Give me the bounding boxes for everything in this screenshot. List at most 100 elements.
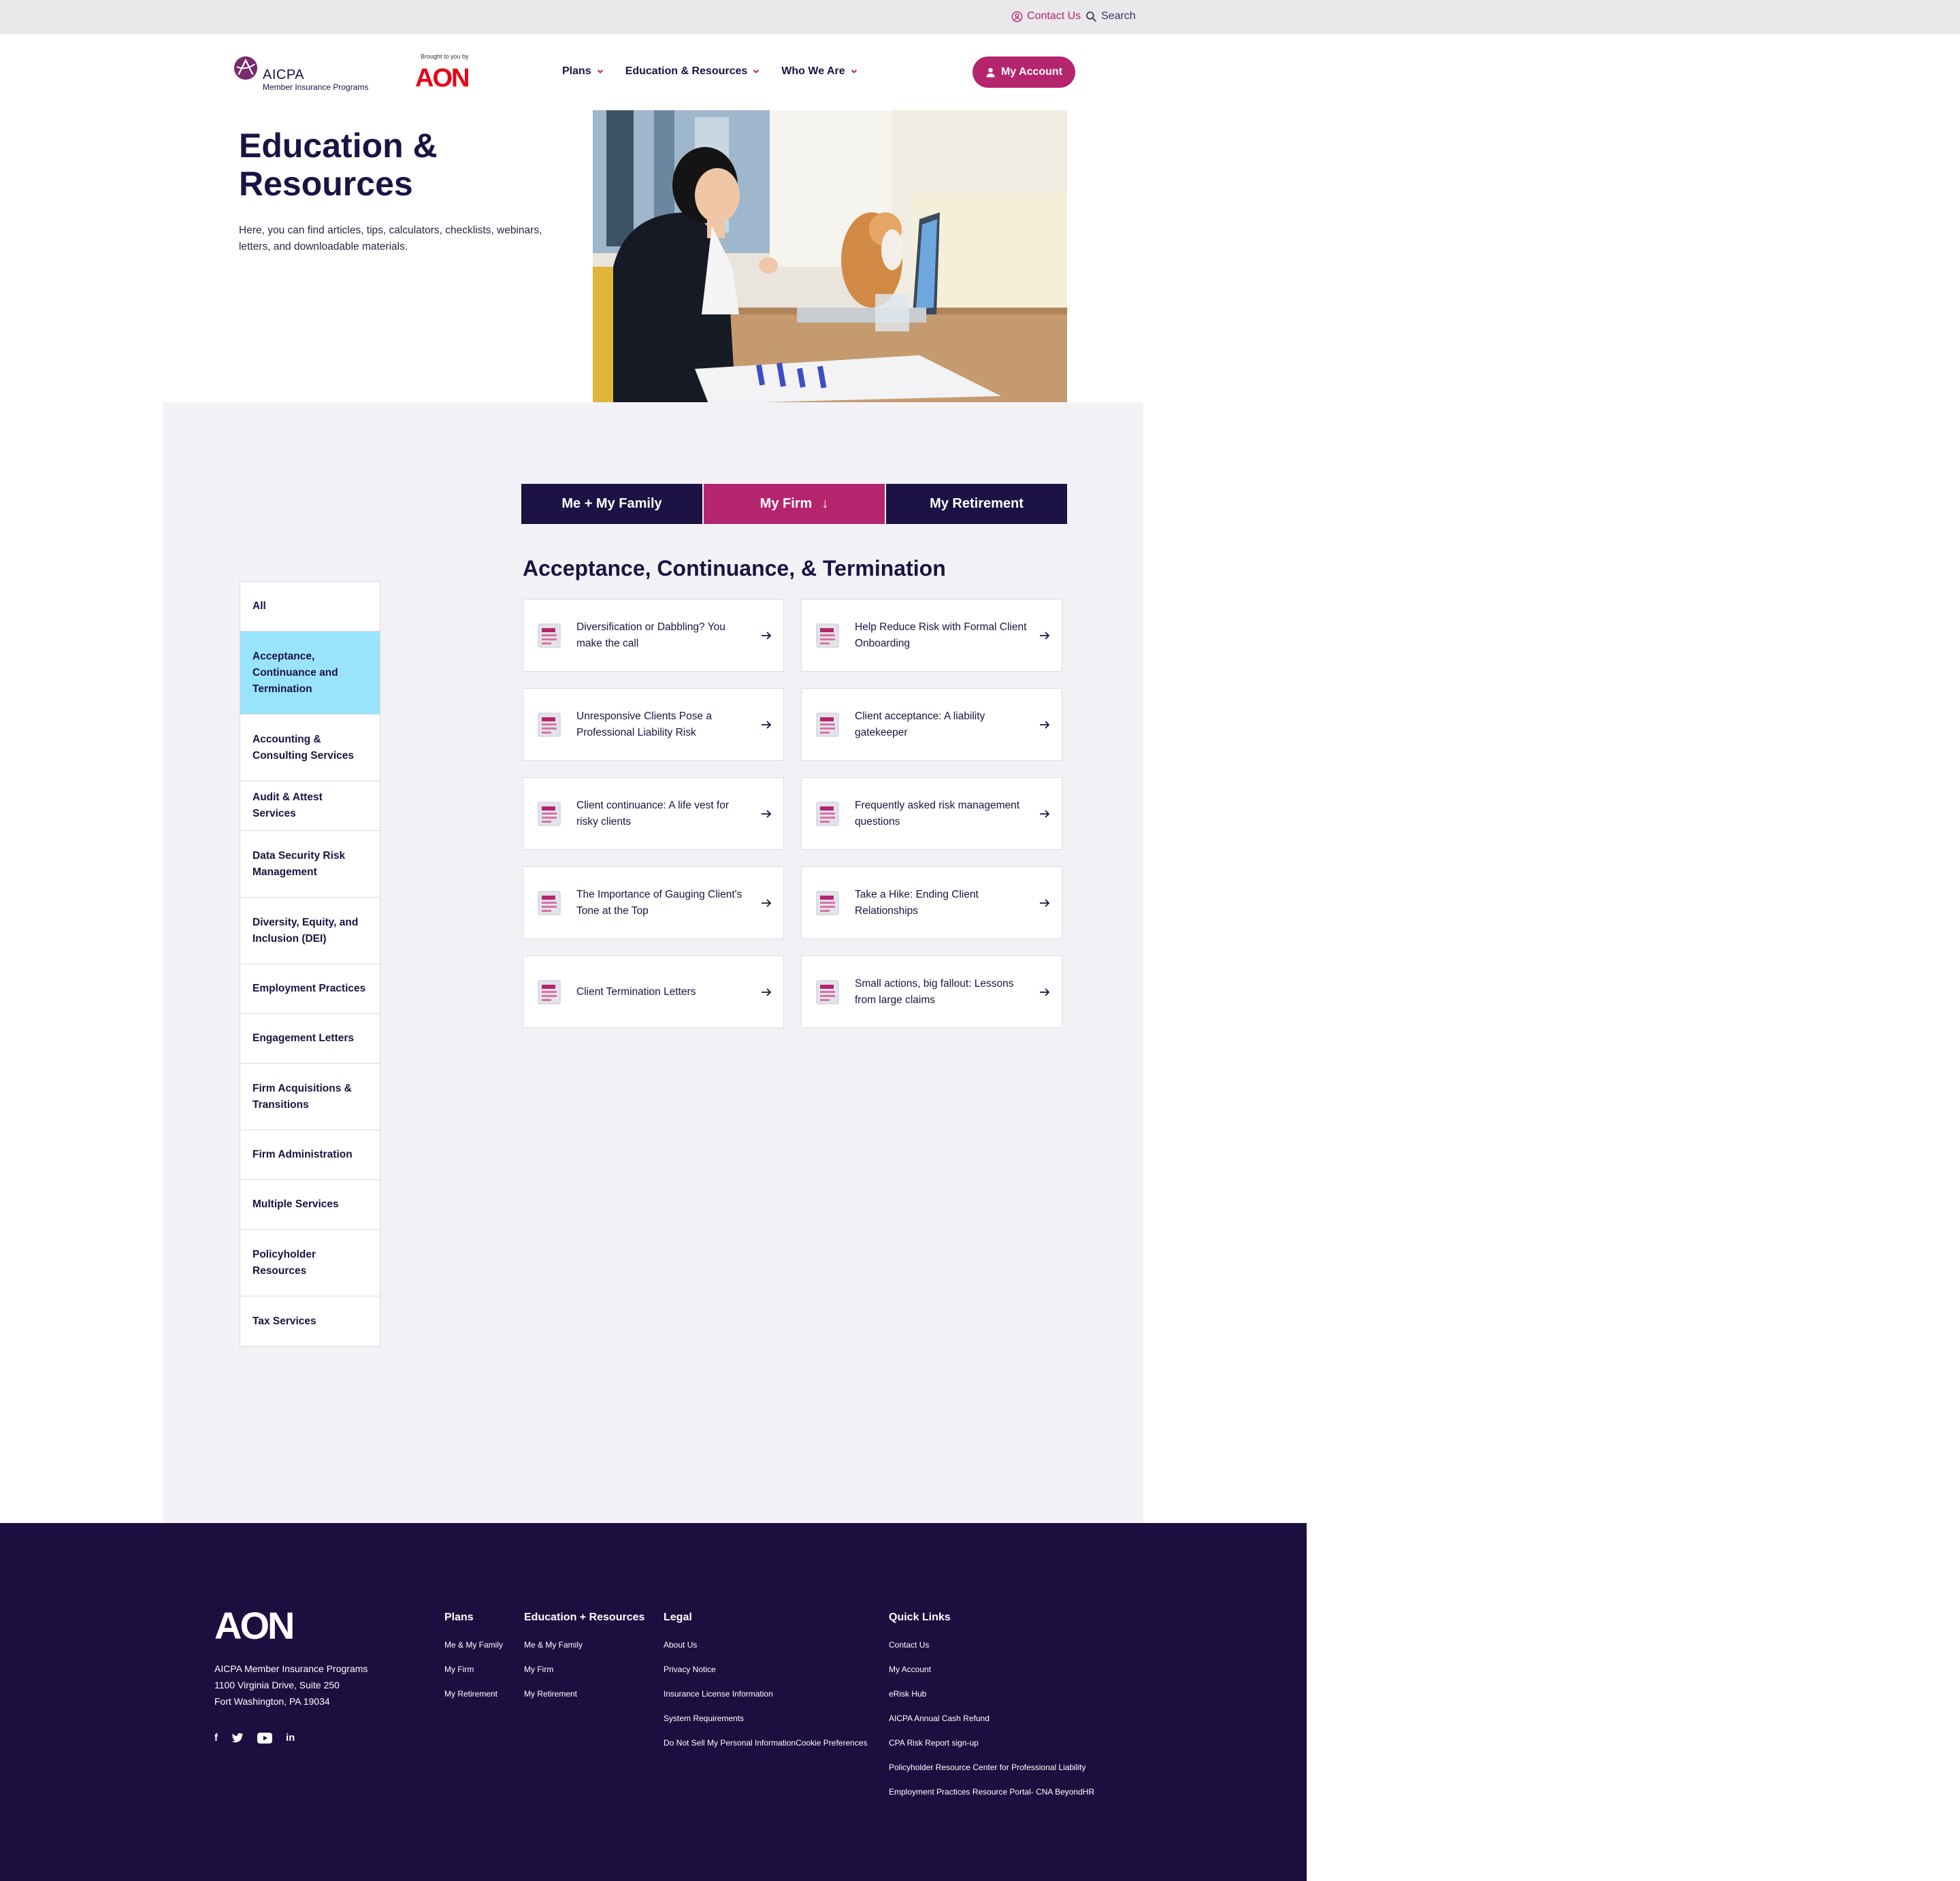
footer-link-policyholder-resource-center-for-professional-liability[interactable]: Policyholder Resource Center for Profess… <box>889 1763 1094 1773</box>
footer-link-insurance-license-information[interactable]: Insurance License Information <box>664 1689 867 1699</box>
footer-column-title: Education + Resources <box>524 1612 645 1623</box>
aicpa-logo[interactable]: AICPA Member Insurance Programs <box>233 55 376 93</box>
sidebar-item-engagement-letters[interactable]: Engagement Letters <box>240 1014 380 1064</box>
resource-card[interactable]: Client acceptance: A liability gatekeepe… <box>801 688 1062 761</box>
footer-link-aicpa-annual-cash-refund[interactable]: AICPA Annual Cash Refund <box>889 1714 1094 1724</box>
section-heading: Acceptance, Continuance, & Termination <box>523 556 946 580</box>
footer-link-erisk-hub[interactable]: eRisk Hub <box>889 1689 1094 1699</box>
resource-card[interactable]: Diversification or Dabbling? You make th… <box>523 599 784 672</box>
footer-link-cpa-risk-report-sign-up[interactable]: CPA Risk Report sign-up <box>889 1738 1094 1748</box>
sidebar-item-multiple-services[interactable]: Multiple Services <box>240 1180 380 1230</box>
sidebar-item-data-security-risk-management[interactable]: Data Security Risk Management <box>240 831 380 898</box>
sidebar-item-diversity-equity-and-inclusion-dei[interactable]: Diversity, Equity, and Inclusion (DEI) <box>240 898 380 964</box>
footer-link-privacy-notice[interactable]: Privacy Notice <box>664 1665 867 1675</box>
document-icon <box>815 712 840 738</box>
tab-my-firm[interactable]: My Firm ↓ <box>704 484 885 524</box>
footer-link-my-firm[interactable]: My Firm <box>444 1665 503 1675</box>
arrow-right-icon <box>1039 808 1051 820</box>
footer-column-title: Legal <box>664 1612 692 1623</box>
youtube-icon[interactable] <box>257 1732 272 1744</box>
sidebar-item-all[interactable]: All <box>240 582 380 632</box>
aon-wordmark: AON <box>415 64 470 93</box>
site-footer: AON AICPA Member Insurance Programs 1100… <box>0 1523 1307 1881</box>
sidebar-item-policyholder-resources[interactable]: Policyholder Resources <box>240 1230 380 1296</box>
chevron-down-icon <box>753 69 760 73</box>
footer-link-my-firm[interactable]: My Firm <box>524 1665 644 1675</box>
resource-card[interactable]: Take a Hike: Ending Client Relationships <box>801 866 1062 939</box>
resource-card[interactable]: Help Reduce Risk with Formal Client Onbo… <box>801 599 1062 672</box>
footer-link-me-my-family[interactable]: Me & My Family <box>524 1640 644 1650</box>
footer-link-my-retirement[interactable]: My Retirement <box>524 1689 644 1699</box>
aicpa-wordmark: AICPA <box>263 67 305 82</box>
footer-link-do-not-sell-my-personal-informationcookie-preferences[interactable]: Do Not Sell My Personal InformationCooki… <box>664 1738 867 1748</box>
resource-card[interactable]: Client continuance: A life vest for risk… <box>523 777 784 850</box>
sidebar-item-label: Firm Administration <box>252 1149 353 1160</box>
category-sidebar: All Acceptance, Continuance and Terminati… <box>240 581 380 1347</box>
arrow-right-icon <box>760 986 772 998</box>
my-account-label: My Account <box>1000 66 1063 78</box>
sidebar-item-label: Policyholder Resources <box>252 1248 316 1277</box>
resource-card-title: The Importance of Gauging Client's Tone … <box>576 888 742 917</box>
page-description: Here, you can find articles, tips, calcu… <box>239 225 542 252</box>
resource-card-title: Take a Hike: Ending Client Relationships <box>855 888 979 917</box>
resource-card-title: Small actions, big fallout: Lessons from… <box>855 977 1014 1006</box>
document-icon <box>537 890 561 916</box>
footer-social-links: f in <box>214 1732 295 1744</box>
resource-card-title: Unresponsive Clients Pose a Professional… <box>576 710 713 738</box>
resource-card[interactable]: Unresponsive Clients Pose a Professional… <box>523 688 784 761</box>
sidebar-item-accounting-consulting-services[interactable]: Accounting & Consulting Services <box>240 715 380 781</box>
nav-plans-label: Plans <box>562 65 591 77</box>
nav-education-label: Education & Resources <box>625 65 748 77</box>
my-account-button[interactable]: My Account <box>973 56 1075 88</box>
tab-me-my-family[interactable]: Me + My Family <box>521 484 702 524</box>
footer-link-my-account[interactable]: My Account <box>889 1665 1094 1675</box>
resource-card-title: Client acceptance: A liability gatekeepe… <box>855 710 985 738</box>
resource-card[interactable]: Client Termination Letters <box>523 955 784 1028</box>
sidebar-item-label: Acceptance, Continuance and Termination <box>252 650 338 695</box>
sidebar-item-label: Data Security Risk Management <box>252 849 346 878</box>
document-icon <box>537 979 561 1005</box>
footer-column-title: Quick Links <box>889 1612 951 1623</box>
footer-link-me-my-family[interactable]: Me & My Family <box>444 1640 503 1650</box>
document-icon <box>537 623 561 649</box>
footer-link-contact-us[interactable]: Contact Us <box>889 1640 1094 1650</box>
sidebar-item-firm-acquisitions-transitions[interactable]: Firm Acquisitions & Transitions <box>240 1064 380 1130</box>
brought-by-text: Brought to you by <box>421 53 469 60</box>
arrow-right-icon <box>760 629 772 642</box>
contact-us-link[interactable]: Contact Us <box>1011 10 1081 22</box>
search-link[interactable]: Search <box>1085 10 1136 22</box>
site-header: AICPA Member Insurance Programs Brought … <box>0 34 1960 110</box>
hero-image <box>593 110 1067 404</box>
resource-card[interactable]: Frequently asked risk management questio… <box>801 777 1062 850</box>
tab-my-retirement[interactable]: My Retirement <box>886 484 1067 524</box>
facebook-icon[interactable]: f <box>214 1732 218 1744</box>
footer-column-legal: Legal About Us Privacy Notice Insurance Lic… <box>664 1612 867 1763</box>
footer-address: AICPA Member Insurance Programs 1100 Vir… <box>214 1661 368 1710</box>
document-icon <box>537 801 561 827</box>
woman-with-cat-laptop-photo <box>593 110 1067 404</box>
sidebar-item-acceptance-continuance-and-termination[interactable]: Acceptance, Continuance and Termination <box>240 632 380 715</box>
sidebar-item-label: Engagement Letters <box>252 1032 355 1044</box>
footer-link-system-requirements[interactable]: System Requirements <box>664 1714 867 1724</box>
document-icon <box>815 623 840 649</box>
nav-plans[interactable]: Plans <box>562 65 604 78</box>
resource-card[interactable]: Small actions, big fallout: Lessons from… <box>801 955 1062 1028</box>
nav-education-resources[interactable]: Education & Resources <box>625 65 760 78</box>
main-nav: Plans Education & Resources Who We Are <box>562 65 858 78</box>
resource-card[interactable]: The Importance of Gauging Client's Tone … <box>523 866 784 939</box>
footer-link-my-retirement[interactable]: My Retirement <box>444 1689 503 1699</box>
linkedin-icon[interactable]: in <box>286 1732 295 1744</box>
arrow-right-icon <box>1039 897 1051 909</box>
nav-who-we-are[interactable]: Who We Are <box>781 65 857 78</box>
aon-logo[interactable]: Brought to you by AON <box>415 53 476 94</box>
resource-card-title: Diversification or Dabbling? You make th… <box>576 621 725 649</box>
footer-column-quick-links: Quick Links Contact Us My Account eRisk Hub… <box>889 1612 1094 1812</box>
sidebar-item-employment-practices[interactable]: Employment Practices <box>240 964 380 1014</box>
footer-aon-logo[interactable]: AON <box>214 1603 295 1648</box>
sidebar-item-tax-services[interactable]: Tax Services <box>240 1296 380 1346</box>
footer-link-about-us[interactable]: About Us <box>664 1640 867 1650</box>
footer-link-employment-practices-resource-portal-cna-beyondhr[interactable]: Employment Practices Resource Portal- CN… <box>889 1787 1094 1797</box>
sidebar-item-audit-attest-services[interactable]: Audit & Attest Services <box>240 781 380 831</box>
sidebar-item-firm-administration[interactable]: Firm Administration <box>240 1130 380 1180</box>
twitter-icon[interactable] <box>231 1733 244 1744</box>
